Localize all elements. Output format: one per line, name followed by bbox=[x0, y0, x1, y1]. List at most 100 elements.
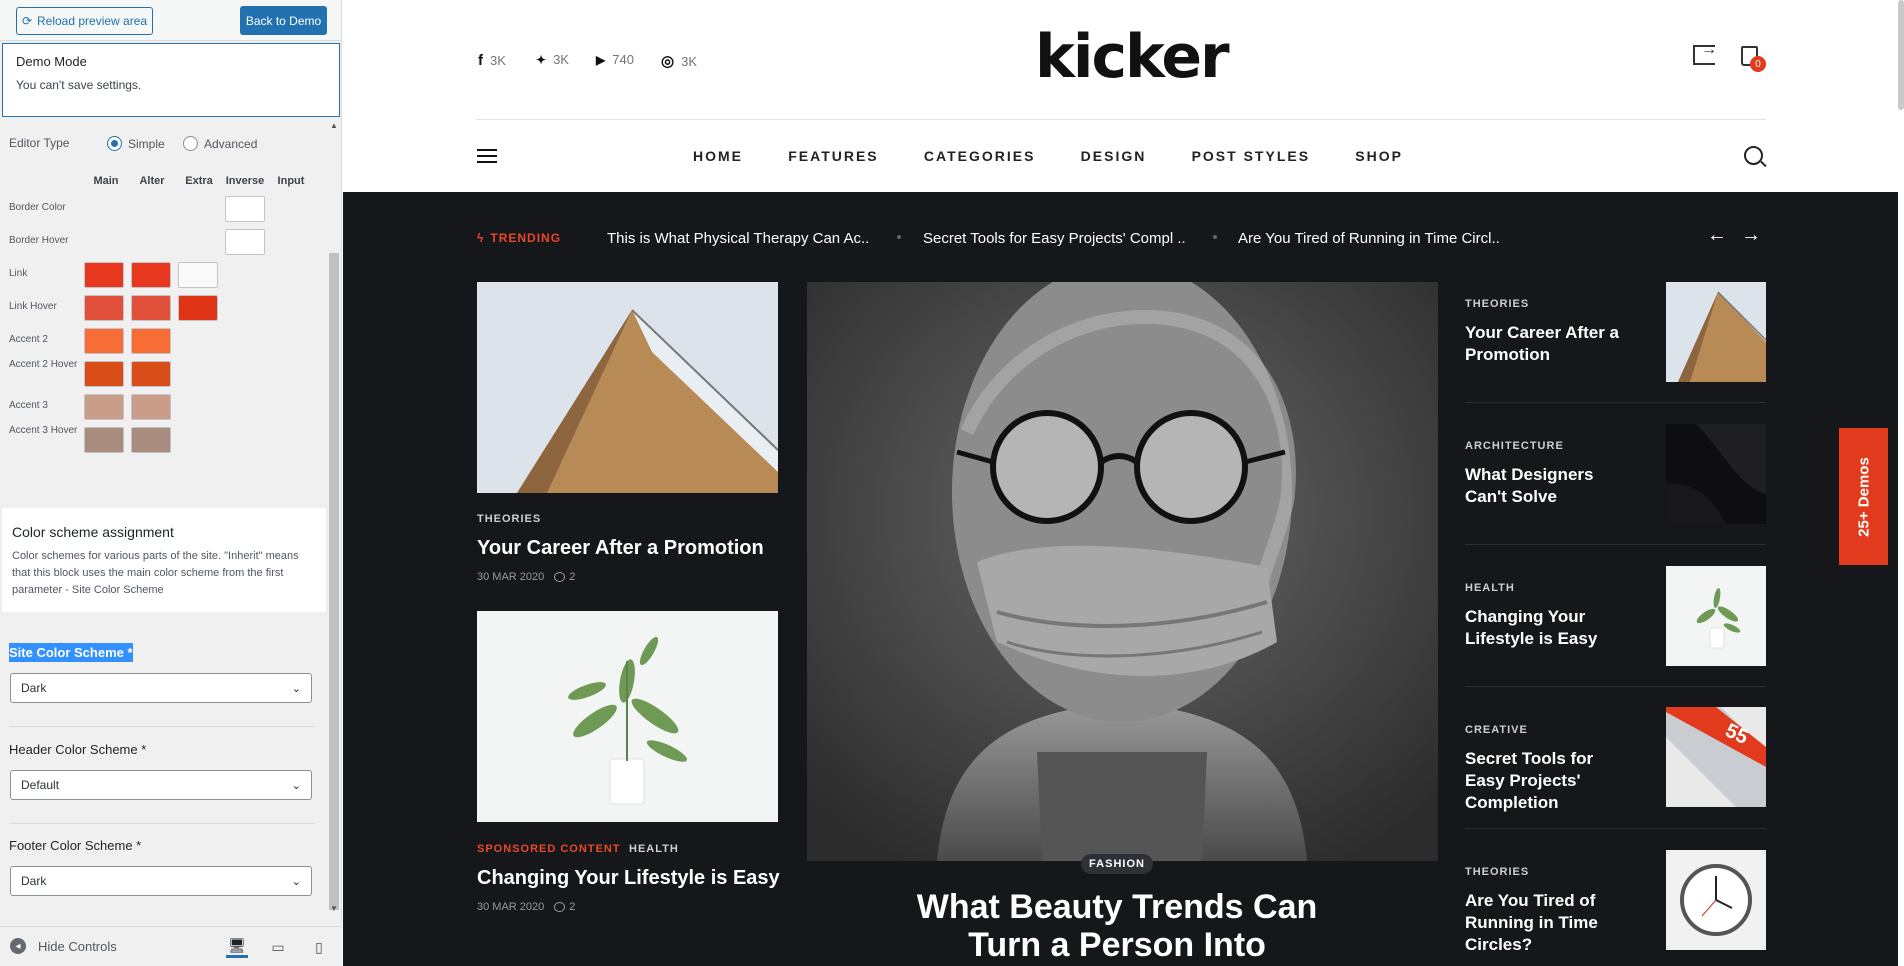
color-swatch-input[interactable] bbox=[225, 229, 265, 255]
side-post-thumbnail[interactable] bbox=[1666, 424, 1766, 524]
editor-type-advanced-radio[interactable]: Advanced bbox=[183, 136, 257, 151]
side-post-category[interactable]: THEORIES bbox=[1465, 866, 1529, 878]
facebook-icon: f bbox=[478, 52, 483, 69]
side-post-title[interactable]: Your Career After a Promotion bbox=[1465, 322, 1635, 366]
site-color-scheme-select[interactable]: Dark ⌄ bbox=[10, 673, 312, 703]
comment-count[interactable]: 2 bbox=[554, 901, 575, 913]
nav-features[interactable]: FEATURES bbox=[788, 148, 878, 164]
site-preview: f 3K ✦ 3K ▶ 740 ◎ 3K kicker 0 HOME FEATU… bbox=[343, 0, 1904, 966]
sidebar-scrollbar-thumb[interactable] bbox=[329, 253, 339, 910]
color-swatch-alter[interactable] bbox=[131, 262, 171, 288]
demos-tab-button[interactable]: 25+ Demos bbox=[1839, 428, 1888, 565]
color-swatch-main[interactable] bbox=[84, 295, 124, 321]
preview-scrollbar-track[interactable] bbox=[1898, 0, 1904, 966]
post-date: 30 MAR 2020 bbox=[477, 571, 545, 583]
color-row-label: Border Hover bbox=[9, 235, 69, 246]
color-swatch-input[interactable] bbox=[225, 196, 265, 222]
hero-category-badge[interactable]: FASHION bbox=[1081, 854, 1153, 874]
post-thumbnail-architecture[interactable] bbox=[477, 282, 778, 493]
menu-hamburger-icon[interactable] bbox=[477, 149, 497, 163]
side-post-title[interactable]: What Designers Can't Solve bbox=[1465, 464, 1635, 508]
lightning-icon: ϟ bbox=[477, 231, 485, 245]
social-facebook[interactable]: f 3K bbox=[478, 52, 506, 69]
nav-categories[interactable]: CATEGORIES bbox=[924, 148, 1036, 164]
post-category-health[interactable]: HEALTH bbox=[629, 843, 679, 855]
desktop-icon[interactable]: 🖥 bbox=[226, 936, 248, 958]
comment-bubble-icon bbox=[554, 572, 566, 582]
color-swatch-main[interactable] bbox=[84, 262, 124, 288]
side-post-thumbnail[interactable]: 55 bbox=[1666, 707, 1766, 807]
color-swatch-main[interactable] bbox=[84, 328, 124, 354]
color-swatch-alter[interactable] bbox=[131, 328, 171, 354]
search-icon[interactable] bbox=[1744, 146, 1763, 165]
post-title[interactable]: Changing Your Lifestyle is Easy bbox=[477, 865, 797, 891]
post-category[interactable]: THEORIES bbox=[477, 513, 541, 525]
collapse-arrow-icon: ◂ bbox=[10, 938, 26, 954]
mobile-icon[interactable]: ▯ bbox=[308, 936, 330, 958]
hero-title[interactable]: What Beauty Trends Can Turn a Person Int… bbox=[893, 888, 1341, 964]
nav-design[interactable]: DESIGN bbox=[1081, 148, 1147, 164]
divider bbox=[1465, 828, 1766, 829]
post-title[interactable]: Your Career After a Promotion bbox=[477, 535, 797, 561]
login-icon[interactable] bbox=[1693, 41, 1717, 65]
radio-empty-icon bbox=[183, 136, 198, 151]
color-swatch-alter[interactable] bbox=[131, 295, 171, 321]
color-swatch-main[interactable] bbox=[84, 394, 124, 420]
side-post-thumbnail[interactable] bbox=[1666, 282, 1766, 382]
nav-home[interactable]: HOME bbox=[693, 148, 743, 164]
side-post-title[interactable]: Secret Tools for Easy Projects' Completi… bbox=[1465, 748, 1635, 814]
trending-item[interactable]: Secret Tools for Easy Projects' Compl .. bbox=[923, 230, 1186, 247]
divider bbox=[9, 823, 315, 824]
color-swatch-main[interactable] bbox=[84, 361, 124, 387]
scroll-down-arrow-icon[interactable]: ▼ bbox=[330, 904, 338, 913]
hide-controls-button[interactable]: ◂ Hide Controls bbox=[10, 938, 117, 954]
side-post-category[interactable]: CREATIVE bbox=[1465, 724, 1528, 736]
preview-scrollbar-thumb[interactable] bbox=[1898, 0, 1904, 110]
color-swatch-extra[interactable] bbox=[178, 295, 218, 321]
arrow-left-icon[interactable]: ← bbox=[1707, 224, 1727, 247]
color-swatch-main[interactable] bbox=[84, 427, 124, 453]
demo-mode-notice: Demo Mode You can't save settings. bbox=[2, 43, 340, 117]
color-row-label: Link Hover bbox=[9, 301, 57, 312]
nav-shop[interactable]: SHOP bbox=[1355, 148, 1403, 164]
assignment-description: Color schemes for various parts of the s… bbox=[12, 550, 299, 596]
scroll-up-arrow-icon[interactable]: ▲ bbox=[330, 121, 338, 130]
color-swatch-alter[interactable] bbox=[131, 361, 171, 387]
post-thumbnail-plant[interactable] bbox=[477, 611, 778, 822]
footer-color-scheme-label: Footer Color Scheme * bbox=[9, 838, 142, 853]
side-post-thumbnail[interactable] bbox=[1666, 566, 1766, 666]
header-color-scheme-select[interactable]: Default ⌄ bbox=[10, 770, 312, 800]
hero-image-masked-face[interactable] bbox=[807, 282, 1438, 861]
side-post-category[interactable]: ARCHITECTURE bbox=[1465, 440, 1564, 452]
side-post-thumbnail[interactable] bbox=[1666, 850, 1766, 950]
color-row-label: Accent 2 bbox=[9, 334, 48, 345]
column-head-alter: Alter bbox=[139, 175, 165, 187]
refresh-icon: ⟳ bbox=[21, 14, 32, 28]
side-post-title[interactable]: Are You Tired of Running in Time Circles… bbox=[1465, 890, 1635, 956]
side-post-category[interactable]: THEORIES bbox=[1465, 298, 1529, 310]
color-swatch-alter[interactable] bbox=[131, 394, 171, 420]
social-instagram[interactable]: ◎ 3K bbox=[661, 52, 697, 70]
color-swatch-extra[interactable] bbox=[178, 262, 218, 288]
editor-type-simple-radio[interactable]: Simple bbox=[107, 136, 165, 151]
trending-item[interactable]: This is What Physical Therapy Can Ac.. bbox=[607, 230, 869, 247]
customizer-header: ⟳ Reload preview area Back to Demo bbox=[0, 0, 341, 41]
nav-post-styles[interactable]: POST STYLES bbox=[1192, 148, 1310, 164]
arrow-right-icon[interactable]: → bbox=[1741, 224, 1761, 247]
side-post-title[interactable]: Changing Your Lifestyle is Easy bbox=[1465, 606, 1635, 650]
radio-selected-icon bbox=[107, 136, 122, 151]
color-swatch-alter[interactable] bbox=[131, 427, 171, 453]
site-logo[interactable]: kicker bbox=[1035, 22, 1230, 92]
reload-preview-button[interactable]: ⟳ Reload preview area bbox=[16, 7, 153, 35]
social-twitter[interactable]: ✦ 3K bbox=[536, 52, 569, 67]
comment-count[interactable]: 2 bbox=[554, 571, 575, 583]
customizer-sidebar: ⟳ Reload preview area Back to Demo Demo … bbox=[0, 0, 342, 966]
color-row-label: Accent 2 Hover bbox=[9, 359, 78, 370]
trending-item[interactable]: Are You Tired of Running in Time Circl.. bbox=[1238, 230, 1500, 247]
side-post-category[interactable]: HEALTH bbox=[1465, 582, 1515, 594]
footer-color-scheme-select[interactable]: Dark ⌄ bbox=[10, 866, 312, 896]
tablet-icon[interactable]: ▭ bbox=[267, 936, 289, 958]
post-category-sponsored[interactable]: SPONSORED CONTENT bbox=[477, 843, 621, 855]
social-youtube[interactable]: ▶ 740 bbox=[596, 52, 634, 67]
back-to-demo-button[interactable]: Back to Demo bbox=[240, 6, 327, 35]
